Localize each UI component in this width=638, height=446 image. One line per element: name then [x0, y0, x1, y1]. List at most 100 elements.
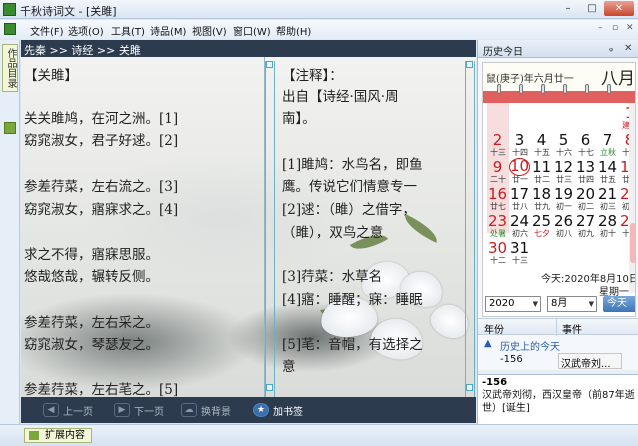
- menu-tools[interactable]: 工具(T): [111, 23, 145, 38]
- calendar-day[interactable]: 12: [553, 159, 574, 175]
- pane-splitter[interactable]: [265, 61, 275, 397]
- calendar-day[interactable]: 21: [597, 186, 618, 202]
- menu-poetry[interactable]: 诗品(M): [150, 23, 186, 38]
- change-background-button[interactable]: ☁ 换背景: [181, 397, 231, 423]
- poem-line: 窈窕淑女，寤寐求之。[4]: [24, 202, 179, 218]
- minimize-button[interactable]: –: [556, 1, 580, 16]
- calendar-day[interactable]: 20: [575, 186, 596, 202]
- arrow-right-icon: ▶: [114, 403, 130, 417]
- calendar-day[interactable]: 2: [487, 132, 508, 148]
- lunar-day-label: 廿七: [490, 202, 506, 211]
- mdi-restore-button[interactable]: ▫: [612, 23, 618, 33]
- calendar-day[interactable]: 31: [509, 240, 530, 256]
- add-bookmark-button[interactable]: ★ 加书签: [253, 397, 303, 423]
- calendar-day[interactable]: 16: [487, 186, 508, 202]
- calendar-day[interactable]: 18: [531, 186, 552, 202]
- breadcrumb: 先秦 >> 诗经 >> 关雎: [21, 40, 476, 57]
- next-page-button[interactable]: ▶ 下一页: [114, 397, 164, 423]
- menu-options[interactable]: 选项(O): [68, 23, 104, 38]
- menu-file[interactable]: 文件(F): [30, 23, 64, 38]
- calendar-day[interactable]: 19: [553, 186, 574, 202]
- calendar-day[interactable]: 14: [597, 159, 618, 175]
- next-page-label: 下一页: [134, 406, 164, 418]
- note-line: [5]芼：音帽，有选择之: [282, 337, 423, 353]
- maximize-button[interactable]: □: [580, 1, 604, 16]
- binder-ring: [497, 84, 501, 94]
- pin-icon[interactable]: ᵩ: [609, 43, 613, 54]
- note-line: 鹰。传说它们情意专一: [282, 179, 417, 195]
- calendar-day[interactable]: 27: [575, 213, 596, 229]
- lunar-day-label: 初十: [600, 229, 616, 238]
- mdi-minimize-button[interactable]: –: [598, 23, 603, 33]
- change-background-label: 换背景: [201, 406, 231, 418]
- calendar-day-selected[interactable]: 10: [509, 158, 530, 176]
- calendar-day[interactable]: 26: [553, 213, 574, 229]
- poem-line: 悠哉悠哉，辗转反侧。: [24, 269, 159, 285]
- calendar-day[interactable]: 30: [487, 240, 508, 256]
- lunar-day-label: 初六: [512, 229, 528, 238]
- lunar-date: 鼠(庚子)年六月廿一: [486, 74, 574, 85]
- lunar-day-label: 廿二: [534, 175, 550, 184]
- lunar-day-label: 初一: [556, 202, 572, 211]
- calendar-scrollbar[interactable]: [629, 103, 635, 293]
- calendar-day[interactable]: 23: [487, 213, 508, 229]
- extension-icon: [29, 431, 39, 440]
- lunar-day-label: 廿八: [512, 202, 528, 211]
- poem-title: 【关雎】: [24, 68, 78, 84]
- left-tab-strip: [0, 40, 20, 424]
- menu-view[interactable]: 视图(V): [192, 23, 227, 38]
- lunar-day-label: 处暑: [490, 229, 506, 238]
- lunar-day-label: 初三: [600, 202, 616, 211]
- lunar-day-label: 十三: [490, 148, 506, 157]
- collapse-icon[interactable]: ▲: [484, 338, 492, 349]
- binder-ring: [541, 84, 545, 94]
- calendar-header: 鼠(庚子)年六月廿一 八月: [483, 63, 635, 91]
- month-select[interactable]: 8月: [547, 296, 597, 312]
- close-button[interactable]: ✕: [604, 1, 634, 16]
- panel-close-icon[interactable]: ✕: [624, 43, 632, 54]
- title-bar: 千秋诗词文 - [关雎] – □ ✕: [0, 0, 638, 19]
- events-group-row[interactable]: ▲ 历史上的今天: [478, 336, 638, 353]
- resize-handle[interactable]: [266, 61, 273, 68]
- calendar-day[interactable]: 25: [531, 213, 552, 229]
- table-row[interactable]: -156 汉武帝刘...: [478, 352, 638, 370]
- tab-work-catalog[interactable]: 作品目录: [2, 44, 18, 92]
- lunar-day-label: 廿三: [556, 175, 572, 184]
- year-select[interactable]: 2020: [485, 296, 541, 312]
- calendar-day[interactable]: 9: [487, 159, 508, 175]
- calendar-day[interactable]: 28: [597, 213, 618, 229]
- prev-page-button[interactable]: ◀ 上一页: [43, 397, 93, 423]
- resize-handle[interactable]: [266, 384, 273, 391]
- poem-line: 参差荇菜，左右采之。: [24, 315, 159, 331]
- calendar-day[interactable]: 4: [531, 132, 552, 148]
- document-icon[interactable]: [4, 23, 16, 35]
- calendar-day[interactable]: 5: [553, 132, 574, 148]
- calendar-day[interactable]: 24: [509, 213, 530, 229]
- today-button[interactable]: 今天: [603, 296, 635, 312]
- calendar-scroll-thumb[interactable]: [630, 223, 635, 263]
- calendar-day[interactable]: 13: [575, 159, 596, 175]
- menu-window[interactable]: 窗口(W): [233, 23, 271, 38]
- bookmark-icon: ★: [253, 403, 269, 417]
- lunar-day-label: 十二: [490, 256, 506, 265]
- tab-extended-content[interactable]: 扩展内容: [24, 428, 92, 443]
- cloud-icon: ☁: [181, 403, 197, 417]
- event-year: -156: [500, 354, 523, 365]
- detail-year: -156: [482, 377, 508, 388]
- column-event[interactable]: 事件: [562, 321, 582, 336]
- column-year[interactable]: 年份: [484, 321, 504, 336]
- menu-help[interactable]: 帮助(H): [276, 23, 311, 38]
- mdi-close-button[interactable]: ✕: [626, 23, 634, 33]
- calendar-day[interactable]: 17: [509, 186, 530, 202]
- note-line: 出自【诗经·国风·周: [282, 89, 399, 105]
- calendar-day[interactable]: 7: [597, 132, 618, 148]
- lunar-day-label: 廿九: [534, 202, 550, 211]
- calendar-day[interactable]: 3: [509, 132, 530, 148]
- calendar-day[interactable]: 11: [531, 159, 552, 175]
- lunar-day-label: 廿五: [600, 175, 616, 184]
- note-line: [3]荇菜：水草名: [282, 269, 383, 285]
- calendar-day[interactable]: 6: [575, 132, 596, 148]
- menu-bar: 文件(F) 选项(O) 工具(T) 诗品(M) 视图(V) 窗口(W) 帮助(H…: [0, 20, 638, 39]
- poem-line: 参差荇菜，左右芼之。[5]: [24, 382, 179, 397]
- leaf-icon[interactable]: [4, 122, 16, 134]
